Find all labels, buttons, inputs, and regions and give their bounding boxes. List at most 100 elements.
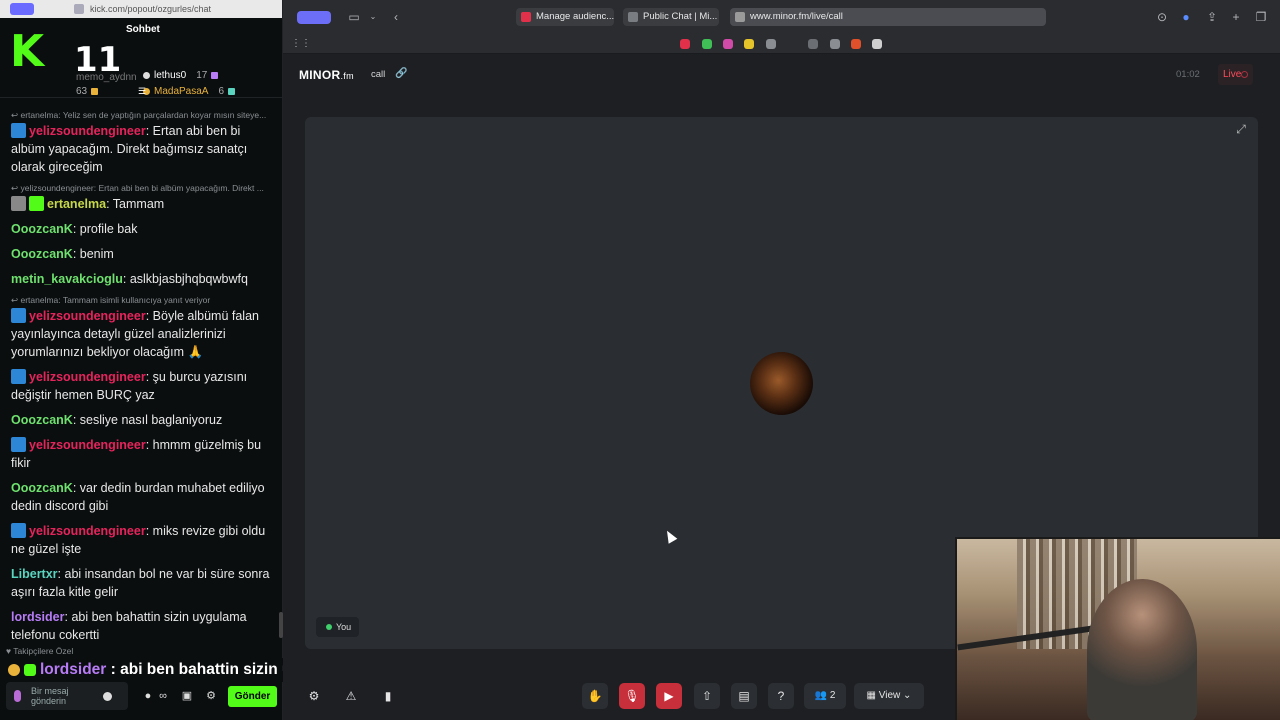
globe-favorite-icon[interactable] [766,39,776,49]
fullscreen-expand-icon[interactable]: ⤢ [1229,117,1253,141]
chat-message[interactable]: lordsider: abi ben bahattin sizin uygula… [11,608,273,644]
instagram-favorite-icon[interactable] [723,39,733,49]
f-favorite-icon[interactable] [808,39,818,49]
chat-username[interactable]: yelizsoundengineer [29,438,146,452]
streamer-image [1087,579,1197,720]
reply-reference[interactable]: ↩ yelizsoundengineer: Ertan abi ben bi a… [11,183,273,194]
chat-message[interactable]: OoozcanK: benim [11,245,273,263]
chat-button[interactable]: ▤ [731,683,757,709]
top-user-2[interactable]: lethus0 17 [143,70,219,81]
chat-message[interactable]: OoozcanK: var dedin burdan muhabet edili… [11,479,273,515]
moderator-badge-icon [11,523,26,538]
chat-username[interactable]: OoozcanK [11,247,73,261]
share-icon[interactable]: ⇪ [1205,10,1219,24]
chat-message-input[interactable]: Bir mesaj gönderin [6,682,128,710]
send-button[interactable]: Gönder [228,686,277,707]
chat-username[interactable]: ertanelma [47,197,106,211]
tab-icon[interactable] [10,3,34,15]
chat-username[interactable]: lordsider [11,610,65,624]
minor-fm-logo[interactable]: MINOR.fm [299,68,354,82]
participant-avatar [750,352,813,415]
mute-microphone-button[interactable]: 🎙 [619,683,645,709]
download-icon[interactable]: ⊙ [1155,10,1169,24]
site-icon [74,4,84,14]
chat-username[interactable]: metin_kavakcioglu [11,272,123,286]
reply-reference[interactable]: ↩ ertanelma: Tammam isimli kullanıcıya y… [11,295,273,306]
chat-message[interactable]: ↩ ertanelma: Tammam isimli kullanıcıya y… [11,295,273,361]
chat-message[interactable]: OoozcanK: profile bak [11,220,273,238]
chat-message[interactable]: yelizsoundengineer: hmmm güzelmiş bu fik… [11,436,273,472]
chat-username[interactable]: OoozcanK [11,413,73,427]
emoji-icon[interactable] [103,691,112,701]
microphone-icon[interactable] [14,690,21,702]
chat-message[interactable]: Libertxr: abi insandan bol ne var bi sür… [11,565,273,601]
tabs-overview-icon[interactable]: ❐ [1254,10,1268,24]
chat-colon: : [145,524,153,538]
new-tab-icon[interactable]: + [1229,10,1243,24]
infinity-icon[interactable]: ∞ [157,690,169,702]
chat-username[interactable]: OoozcanK [11,222,73,236]
emote-icon[interactable]: ● [142,690,154,702]
chat-colon: : [145,309,153,323]
chat-message[interactable]: metin_kavakcioglu: aslkbjasbjhqbqwbwfq [11,270,273,288]
youtube-favorite-icon[interactable] [680,39,690,49]
warning-icon[interactable]: ⚠ [338,683,364,709]
chat-messages: ↩ ertanelma: Yeliz sen de yaptığın parça… [0,106,283,646]
chat-message[interactable]: yelizsoundengineer: miks revize gibi old… [11,522,273,558]
top-user-3[interactable]: MadaPasaA 6 [143,86,236,97]
tab-favicon [628,12,638,22]
view-menu-button[interactable]: ▦ View ⌄ [854,683,924,709]
chat-username[interactable]: OoozcanK [11,481,73,495]
self-name-tag: You [316,617,360,637]
chat-message[interactable]: ↩ yelizsoundengineer: Ertan abi ben bi a… [11,183,273,213]
copy-link-icon[interactable]: 🔗 [395,68,407,79]
participants-button[interactable]: 👥 2 [804,683,846,709]
tab-minor-live-call[interactable]: www.minor.fm/live/call [730,8,1046,26]
input-placeholder: Bir mesaj gönderin [31,686,69,706]
chat-colon: : [72,222,80,236]
reddit-favorite-icon[interactable] [851,39,861,49]
back-arrow-icon[interactable]: ‹ [389,10,403,24]
chat-username[interactable]: yelizsoundengineer [29,370,146,384]
moderator-badge-icon [11,369,26,384]
signal-bars-icon[interactable]: ▮ [375,683,401,709]
github-favorite-icon[interactable] [872,39,882,49]
room-name: call [371,69,386,80]
caption-username: lordsider [40,661,107,678]
kick-chat-window: kick.com/popout/ozgurles/chat K 11 Sohbe… [0,0,283,720]
chat-username[interactable]: Libertxr [11,567,58,581]
collapse-icon[interactable]: ☰ [136,86,148,96]
store-icon[interactable]: ▣ [181,690,193,702]
chat-colon: : [72,413,80,427]
status-dot-icon [326,624,332,630]
camera-off-button[interactable]: ▶ [656,683,682,709]
share-screen-button[interactable]: ⇧ [694,683,720,709]
sidebar-toggle-icon[interactable]: ▭ [347,10,361,24]
extension-icon[interactable]: ● [1179,10,1193,24]
grid-icon[interactable]: ⋮⋮ [291,37,311,51]
chat-message[interactable]: ↩ ertanelma: Yeliz sen de yaptığın parça… [11,110,273,176]
tab-public-chat[interactable]: Public Chat | Mi... [623,8,719,26]
chat-message[interactable]: OoozcanK: sesliye nasıl baglaniyoruz [11,411,273,429]
settings-gear-icon[interactable]: ⚙ [205,690,217,702]
chat-text: benim [79,247,114,261]
live-badge[interactable]: Live [1218,64,1253,85]
help-button[interactable]: ? [768,683,794,709]
drop-favorite-icon[interactable] [702,39,712,49]
browser-toolbar: ▭ ⌄ ‹ Manage audienc... Public Chat | Mi… [283,0,1280,34]
chat-username[interactable]: yelizsoundengineer [29,124,146,138]
top-user-1[interactable]: memo_aydnn [76,72,137,83]
reply-reference[interactable]: ↩ ertanelma: Yeliz sen de yaptığın parça… [11,110,273,121]
settings-icon[interactable]: ⚙ [301,683,327,709]
chat-username[interactable]: yelizsoundengineer [29,309,146,323]
notes-favorite-icon[interactable] [744,39,754,49]
globe-favorite-icon-2[interactable] [830,39,840,49]
tab-overview-button[interactable] [297,11,331,24]
chevron-down-icon[interactable]: ⌄ [368,10,378,24]
raise-hand-button[interactable]: ✋ [582,683,608,709]
moderator-badge-icon [11,123,26,138]
chat-username[interactable]: yelizsoundengineer [29,524,146,538]
tab-manage-audience[interactable]: Manage audienc... [516,8,614,26]
chat-message[interactable]: yelizsoundengineer: şu burcu yazısını de… [11,368,273,404]
kick-url: kick.com/popout/ozgurles/chat [90,4,212,14]
